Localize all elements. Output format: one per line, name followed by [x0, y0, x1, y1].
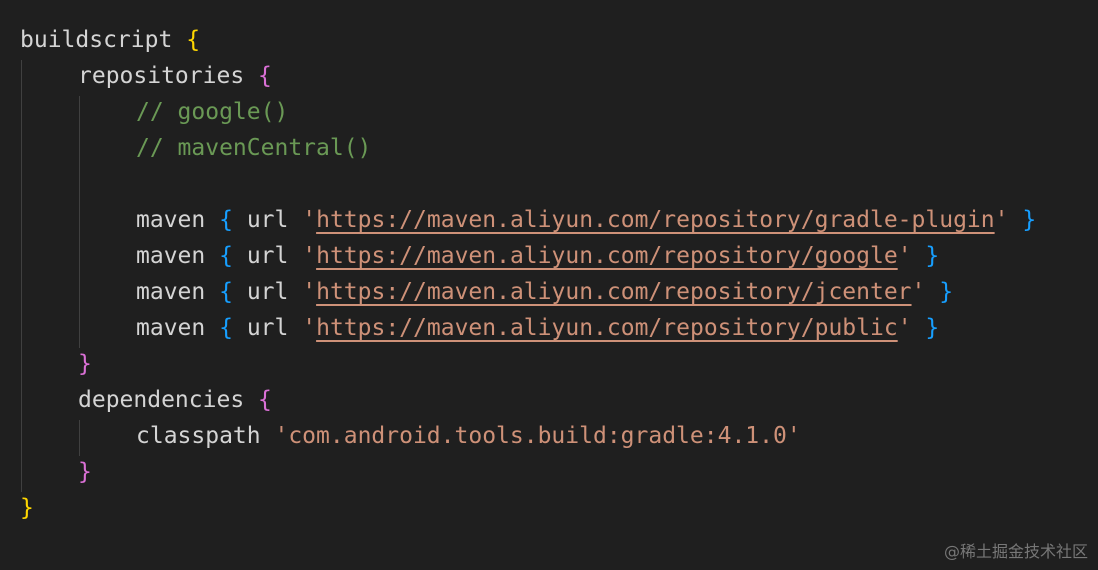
open-brace: { — [219, 207, 233, 233]
keyword-maven: maven — [136, 279, 206, 305]
quote-close: ' — [897, 315, 912, 341]
quote-open: ' — [302, 243, 317, 269]
comment-google: // google() — [136, 99, 289, 125]
keyword-url: url — [246, 315, 289, 341]
code-line-9: maven { url 'https://maven.aliyun.com/re… — [20, 310, 1098, 346]
close-brace: } — [78, 351, 92, 377]
code-line-11: dependencies { — [20, 382, 1098, 418]
classpath-string: 'com.android.tools.build:gradle:4.1.0' — [274, 423, 801, 449]
code-line-14: } — [20, 490, 1098, 526]
quote-close: ' — [994, 207, 1009, 233]
open-brace: { — [219, 315, 233, 341]
keyword-classpath: classpath — [136, 423, 261, 449]
close-brace: } — [925, 243, 940, 269]
quote-open: ' — [302, 315, 317, 341]
code-editor[interactable]: buildscript { repositories { // google()… — [0, 0, 1098, 570]
repository-url-link[interactable]: https://maven.aliyun.com/repository/goog… — [316, 243, 898, 269]
close-brace: } — [1022, 207, 1037, 233]
open-brace: { — [258, 63, 272, 89]
keyword-repositories: repositories — [78, 63, 245, 89]
keyword-maven: maven — [136, 315, 206, 341]
code-line-6: maven { url 'https://maven.aliyun.com/re… — [20, 202, 1098, 238]
keyword-url: url — [246, 243, 289, 269]
close-brace: } — [20, 495, 34, 521]
open-brace: { — [219, 243, 233, 269]
code-line-2: repositories { — [20, 58, 1098, 94]
quote-close: ' — [897, 243, 912, 269]
code-line-12: classpath 'com.android.tools.build:gradl… — [20, 418, 1098, 454]
code-line-3: // google() — [20, 94, 1098, 130]
quote-close: ' — [911, 279, 926, 305]
close-brace: } — [939, 279, 954, 305]
keyword-buildscript: buildscript — [20, 27, 173, 53]
keyword-maven: maven — [136, 207, 206, 233]
code-line-10: } — [20, 346, 1098, 382]
code-line-7: maven { url 'https://maven.aliyun.com/re… — [20, 238, 1098, 274]
code-line-4: // mavenCentral() — [20, 130, 1098, 166]
quote-open: ' — [302, 279, 317, 305]
close-brace: } — [925, 315, 940, 341]
open-brace: { — [186, 27, 201, 53]
quote-open: ' — [302, 207, 317, 233]
code-line-8: maven { url 'https://maven.aliyun.com/re… — [20, 274, 1098, 310]
code-line-13: } — [20, 454, 1098, 490]
close-brace: } — [78, 459, 92, 485]
open-brace: { — [258, 387, 272, 413]
keyword-url: url — [246, 279, 289, 305]
repository-url-link[interactable]: https://maven.aliyun.com/repository/grad… — [316, 207, 995, 233]
code-line-1: buildscript { — [20, 22, 1098, 58]
keyword-maven: maven — [136, 243, 206, 269]
repository-url-link[interactable]: https://maven.aliyun.com/repository/jcen… — [316, 279, 911, 305]
comment-mavencentral: // mavenCentral() — [136, 135, 372, 161]
keyword-url: url — [246, 207, 289, 233]
keyword-dependencies: dependencies — [78, 387, 245, 413]
code-line-5-empty — [20, 166, 1098, 202]
repository-url-link[interactable]: https://maven.aliyun.com/repository/publ… — [316, 315, 898, 341]
watermark-text: @稀土掘金技术社区 — [943, 542, 1088, 561]
open-brace: { — [219, 279, 233, 305]
